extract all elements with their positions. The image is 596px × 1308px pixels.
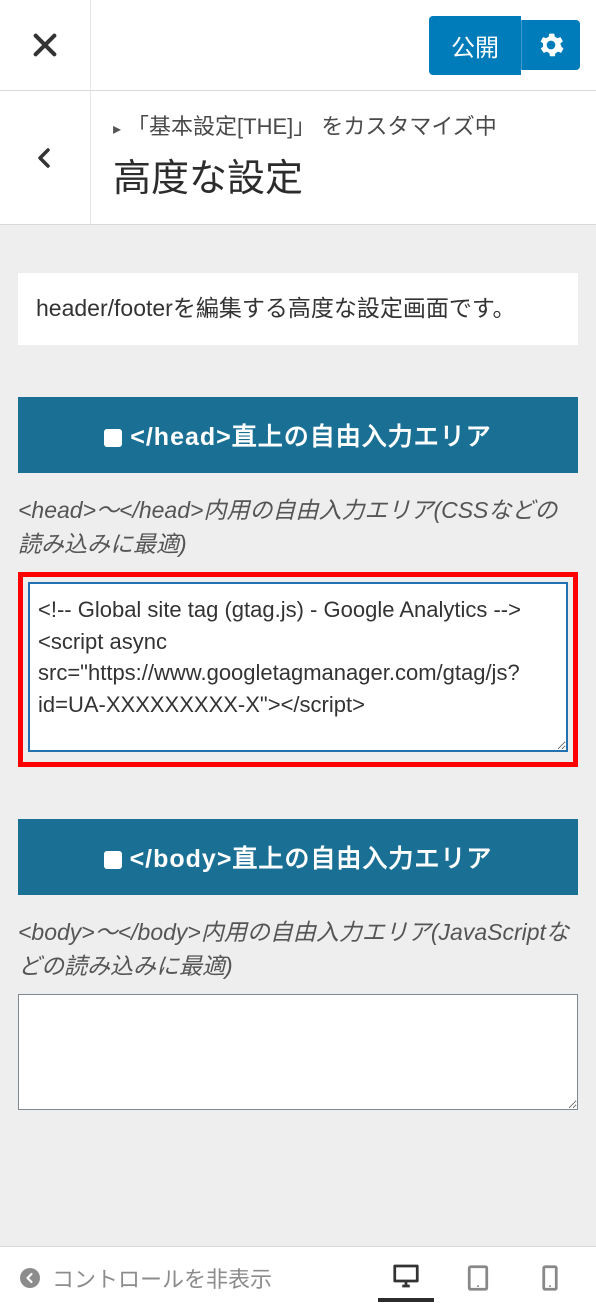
body-free-input[interactable]: [18, 994, 578, 1110]
close-button[interactable]: [0, 0, 91, 91]
topbar: 公開: [0, 0, 596, 91]
back-button[interactable]: [0, 91, 91, 224]
topbar-right: 公開: [429, 16, 580, 75]
device-desktop-button[interactable]: [378, 1254, 434, 1302]
titlebar: ▸ 「基本設定[THE]」 をカスタマイズ中 高度な設定: [0, 91, 596, 225]
tablet-icon: [463, 1263, 493, 1293]
settings-button[interactable]: [521, 20, 580, 70]
collapse-controls-button[interactable]: コントロールを非表示: [18, 1262, 272, 1294]
mobile-icon: [535, 1263, 565, 1293]
section-body-header[interactable]: </body>直上の自由入力エリア: [18, 819, 578, 895]
section-body-header-label: </body>直上の自由入力エリア: [130, 845, 493, 873]
section-head-header-label: </head>直上の自由入力エリア: [130, 423, 492, 451]
desktop-icon: [391, 1261, 421, 1291]
breadcrumb: ▸ 「基本設定[THE]」 をカスタマイズ中: [113, 109, 578, 141]
section-body: </body>直上の自由入力エリア <body>〜</body>内用の自由入力エ…: [18, 819, 578, 1115]
footerbar: コントロールを非表示: [0, 1246, 596, 1308]
section-head: </head>直上の自由入力エリア <head>〜</head>内用の自由入力エ…: [18, 397, 578, 767]
square-marker-icon: [104, 429, 122, 447]
publish-button[interactable]: 公開: [429, 16, 521, 75]
device-mobile-button[interactable]: [522, 1254, 578, 1302]
section-head-description: <head>〜</head>内用の自由入力エリア(CSSなどの読み込みに最適): [18, 493, 578, 562]
chevron-left-circle-icon: [18, 1266, 42, 1290]
section-head-textarea-wrap: <!-- Global site tag (gtag.js) - Google …: [18, 572, 578, 767]
breadcrumb-text: 「基本設定[THE]」 をカスタマイズ中: [127, 114, 497, 139]
page-title: 高度な設定: [113, 147, 578, 202]
close-icon: [31, 31, 59, 59]
square-marker-icon: [104, 851, 122, 869]
collapse-controls-label: コントロールを非表示: [52, 1262, 272, 1294]
caret-right-icon: ▸: [113, 121, 121, 138]
title-headings: ▸ 「基本設定[THE]」 をカスタマイズ中 高度な設定: [91, 91, 596, 224]
gear-icon: [538, 32, 564, 58]
head-free-input[interactable]: <!-- Global site tag (gtag.js) - Google …: [29, 583, 567, 751]
section-head-header[interactable]: </head>直上の自由入力エリア: [18, 397, 578, 473]
section-body-description: <body>〜</body>内用の自由入力エリア(JavaScriptなどの読み…: [18, 915, 578, 984]
section-body-textarea-wrap: [18, 994, 578, 1115]
device-tablet-button[interactable]: [450, 1254, 506, 1302]
description-box: header/footerを編集する高度な設定画面です。: [18, 273, 578, 345]
body-area: header/footerを編集する高度な設定画面です。 </head>直上の自…: [0, 225, 596, 1246]
chevron-left-icon: [33, 146, 57, 170]
